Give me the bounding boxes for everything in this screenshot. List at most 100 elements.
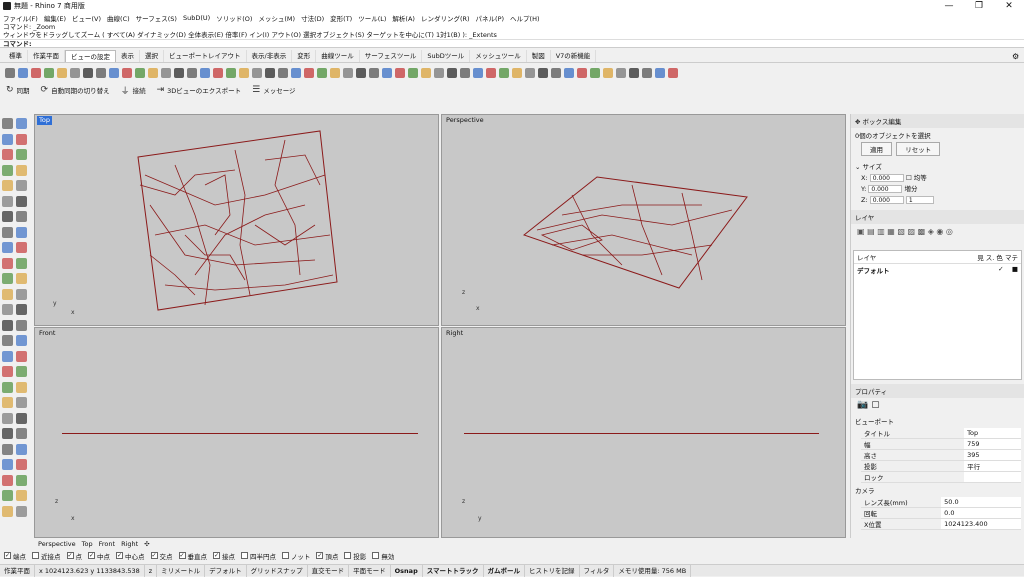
toolbar-tab[interactable]: メッシュツール <box>470 50 527 62</box>
side-tool-icon[interactable] <box>2 195 13 207</box>
toolbar-icon[interactable] <box>5 67 15 78</box>
toolbar-icon[interactable] <box>187 67 197 78</box>
menu-item[interactable]: 寸法(D) <box>301 13 324 23</box>
camera-value[interactable]: 50.0 <box>941 497 1021 508</box>
toolbar-icon[interactable] <box>265 67 275 78</box>
close-button[interactable]: ✕ <box>994 0 1024 12</box>
side-tool-icon[interactable] <box>16 273 27 284</box>
toolbar-icon[interactable] <box>18 67 28 78</box>
status-planar[interactable]: 平面モード <box>349 564 391 577</box>
osnap-checkbox[interactable] <box>344 552 352 559</box>
side-tool-icon[interactable] <box>2 428 13 439</box>
status-smarttrack[interactable]: スマートトラック <box>423 564 484 577</box>
layer-name[interactable]: デフォルト <box>857 265 890 275</box>
status-history[interactable]: ヒストリを記録 <box>525 564 580 577</box>
toolbar-icon[interactable] <box>642 67 652 78</box>
toolbar-icon[interactable] <box>525 67 535 78</box>
toolbar-icon[interactable] <box>356 67 366 78</box>
side-tool-icon[interactable] <box>16 288 27 300</box>
export-icon[interactable]: ⇥ <box>157 85 165 95</box>
side-tool-icon[interactable] <box>16 180 27 191</box>
viewport-tab[interactable]: Top <box>82 540 93 548</box>
osnap-checkbox[interactable]: ✓ <box>116 552 123 559</box>
side-tool-icon[interactable] <box>2 397 13 408</box>
menu-item[interactable]: ヘルプ(H) <box>510 13 539 23</box>
toolbar-icon[interactable] <box>421 67 431 78</box>
side-tool-icon[interactable] <box>16 459 27 470</box>
menu-item[interactable]: パネル(P) <box>476 13 505 23</box>
minimize-button[interactable]: — <box>934 0 964 12</box>
command-prompt[interactable]: コマンド: <box>0 39 1024 48</box>
toolbar-tab[interactable]: SubDツール <box>422 50 471 62</box>
osnap-checkbox[interactable]: ✓ <box>178 552 186 559</box>
toolbar-tab[interactable]: ビューポートレイアウト <box>164 50 247 62</box>
side-tool-icon[interactable] <box>2 490 13 501</box>
toolbar-icon[interactable] <box>70 67 80 78</box>
menu-item[interactable]: ファイル(F) <box>3 13 38 23</box>
toolbar-icon[interactable] <box>668 67 678 78</box>
toolbar-icon[interactable] <box>382 67 392 78</box>
plug-icon[interactable]: ⏚ <box>121 84 130 97</box>
status-osnap[interactable]: Osnap <box>391 564 423 577</box>
viewport-tab[interactable]: Right <box>121 540 138 548</box>
increment-field[interactable]: 1 <box>905 196 934 204</box>
side-tool-icon[interactable] <box>16 412 27 424</box>
side-tool-icon[interactable] <box>2 412 13 424</box>
osnap-checkbox[interactable]: ✓ <box>88 552 95 559</box>
side-tool-icon[interactable] <box>2 273 13 284</box>
toolbar-tab[interactable]: 選択 <box>140 50 164 62</box>
viewport-front-title[interactable]: Front <box>37 329 57 338</box>
side-tool-icon[interactable] <box>2 149 13 160</box>
properties-icons[interactable]: 📷 ▢ <box>851 398 1024 414</box>
side-tool-icon[interactable] <box>16 397 27 408</box>
sync-button[interactable]: 同期 <box>17 85 30 95</box>
property-value[interactable]: 395 <box>964 449 1021 461</box>
reset-button[interactable]: リセット <box>896 142 941 156</box>
side-tool-icon[interactable] <box>2 474 13 486</box>
menu-item[interactable]: レンダリング(R) <box>421 13 470 23</box>
side-tool-icon[interactable] <box>2 180 13 191</box>
toolbar-icon[interactable] <box>486 67 496 78</box>
layer-check-icon[interactable]: ✓ ■ <box>998 265 1018 275</box>
toolbar-tab[interactable]: 変形 <box>292 50 317 62</box>
side-tool-icon[interactable] <box>16 428 27 439</box>
side-tool-icon[interactable] <box>2 257 13 269</box>
osnap-checkbox[interactable]: ✓ <box>150 552 158 559</box>
toolbar-tab[interactable]: V7の新機能 <box>551 50 597 62</box>
toolbar-icon[interactable] <box>499 67 509 78</box>
viewport-right-title[interactable]: Right <box>444 329 465 338</box>
sync-icon[interactable]: ↻ <box>6 85 14 95</box>
side-tool-icon[interactable] <box>16 335 27 346</box>
side-tool-icon[interactable] <box>2 304 13 315</box>
capture-button[interactable]: 接続 <box>133 85 146 95</box>
side-tool-icon[interactable] <box>2 226 13 238</box>
message-icon[interactable]: ☰ <box>252 85 260 95</box>
side-tool-icon[interactable] <box>16 133 27 145</box>
side-tool-icon[interactable] <box>16 226 27 238</box>
viewport-tab[interactable]: Perspective <box>38 540 76 548</box>
auto-sync-icon[interactable]: ⟳ <box>41 85 49 95</box>
side-tool-icon[interactable] <box>2 288 13 300</box>
toolbar-icon[interactable] <box>655 67 665 78</box>
property-value[interactable] <box>964 471 1021 483</box>
side-tool-icon[interactable] <box>2 381 13 393</box>
viewport-front[interactable]: Front z x <box>34 327 439 538</box>
toolbar-icon[interactable] <box>369 67 379 78</box>
x-field[interactable]: 0.000 <box>869 174 904 182</box>
side-tool-icon[interactable] <box>16 118 27 129</box>
camera-value[interactable]: 1024123.400 <box>941 518 1021 530</box>
menu-item[interactable]: 変形(T) <box>330 13 352 23</box>
side-tool-icon[interactable] <box>16 211 27 222</box>
side-tool-icon[interactable] <box>2 505 13 517</box>
viewport-tab[interactable]: Front <box>99 540 115 548</box>
side-tool-icon[interactable] <box>16 505 27 517</box>
toolbar-icon[interactable] <box>616 67 626 78</box>
export-3d-button[interactable]: 3Dビューのエクスポート <box>167 85 241 95</box>
property-value[interactable]: 759 <box>964 438 1021 450</box>
status-ortho[interactable]: 直交モード <box>308 564 350 577</box>
menu-item[interactable]: SubD(U) <box>183 14 210 22</box>
osnap-checkbox[interactable]: ✓ <box>316 552 324 559</box>
side-tool-icon[interactable] <box>16 164 27 176</box>
layer-row-default[interactable]: デフォルト ✓ ■ <box>854 264 1021 276</box>
z-field[interactable]: 0.000 <box>869 196 904 204</box>
